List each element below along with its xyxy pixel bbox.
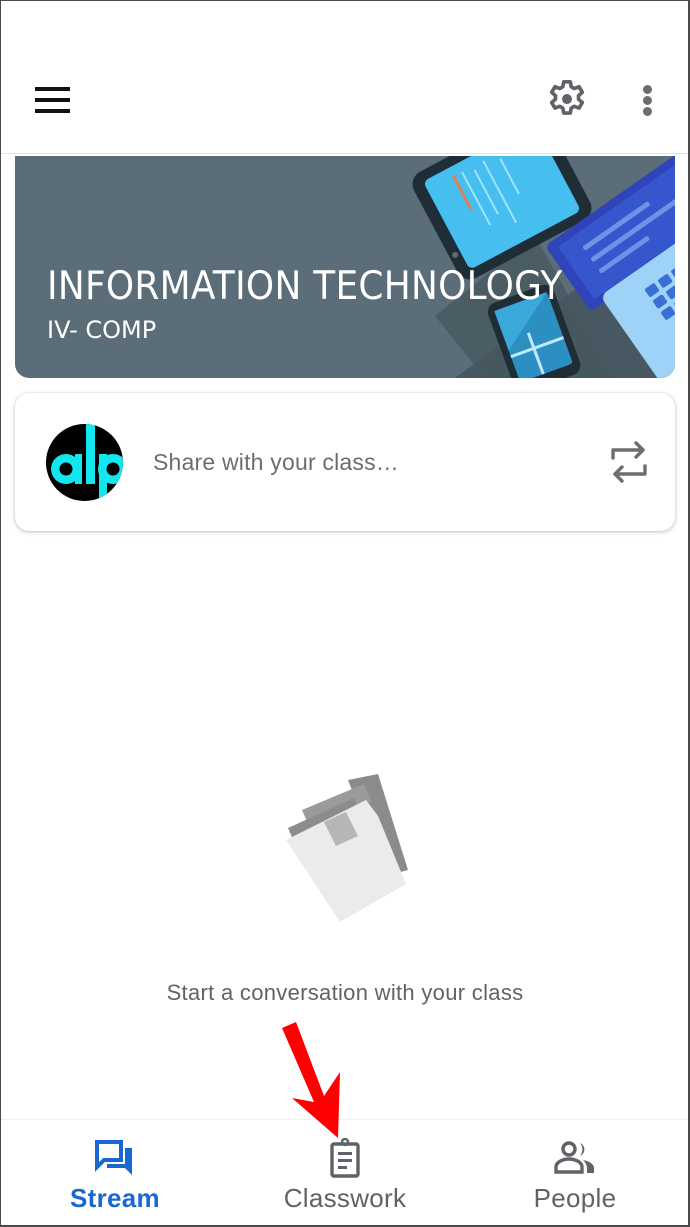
hamburger-line (35, 109, 70, 113)
repost-icon (611, 441, 647, 483)
tab-people-label: People (533, 1183, 617, 1213)
settings-button[interactable] (544, 77, 590, 123)
documents-illustration (286, 774, 408, 922)
share-with-class-card[interactable]: Share with your class… (15, 393, 675, 531)
hamburger-line (35, 98, 70, 102)
top-app-bar (0, 0, 690, 154)
avatar-logo (51, 424, 123, 501)
tab-classwork-label: Classwork (283, 1183, 407, 1213)
tab-stream[interactable]: Stream (0, 1120, 230, 1227)
red-arrow-annotation (282, 1022, 340, 1138)
class-title: INFORMATION TECHNOLOGY (47, 264, 563, 309)
tab-stream-label: Stream (70, 1183, 160, 1213)
tab-people[interactable]: People (460, 1120, 690, 1227)
repost-button[interactable] (609, 441, 649, 483)
stream-chat-icon (95, 1140, 132, 1175)
clipboard-icon (330, 1138, 360, 1178)
people-icon (554, 1141, 594, 1174)
more-options-button[interactable] (636, 80, 660, 120)
avatar[interactable] (46, 424, 123, 501)
class-banner[interactable]: INFORMATION TECHNOLOGY IV- COMP (15, 156, 675, 378)
class-section: IV- COMP (47, 316, 157, 344)
gear-icon (549, 79, 585, 115)
share-input[interactable]: Share with your class… (153, 449, 573, 476)
empty-state-message: Start a conversation with your class (166, 980, 524, 1005)
menu-button[interactable] (30, 80, 70, 120)
hamburger-menu-icon (35, 87, 70, 91)
